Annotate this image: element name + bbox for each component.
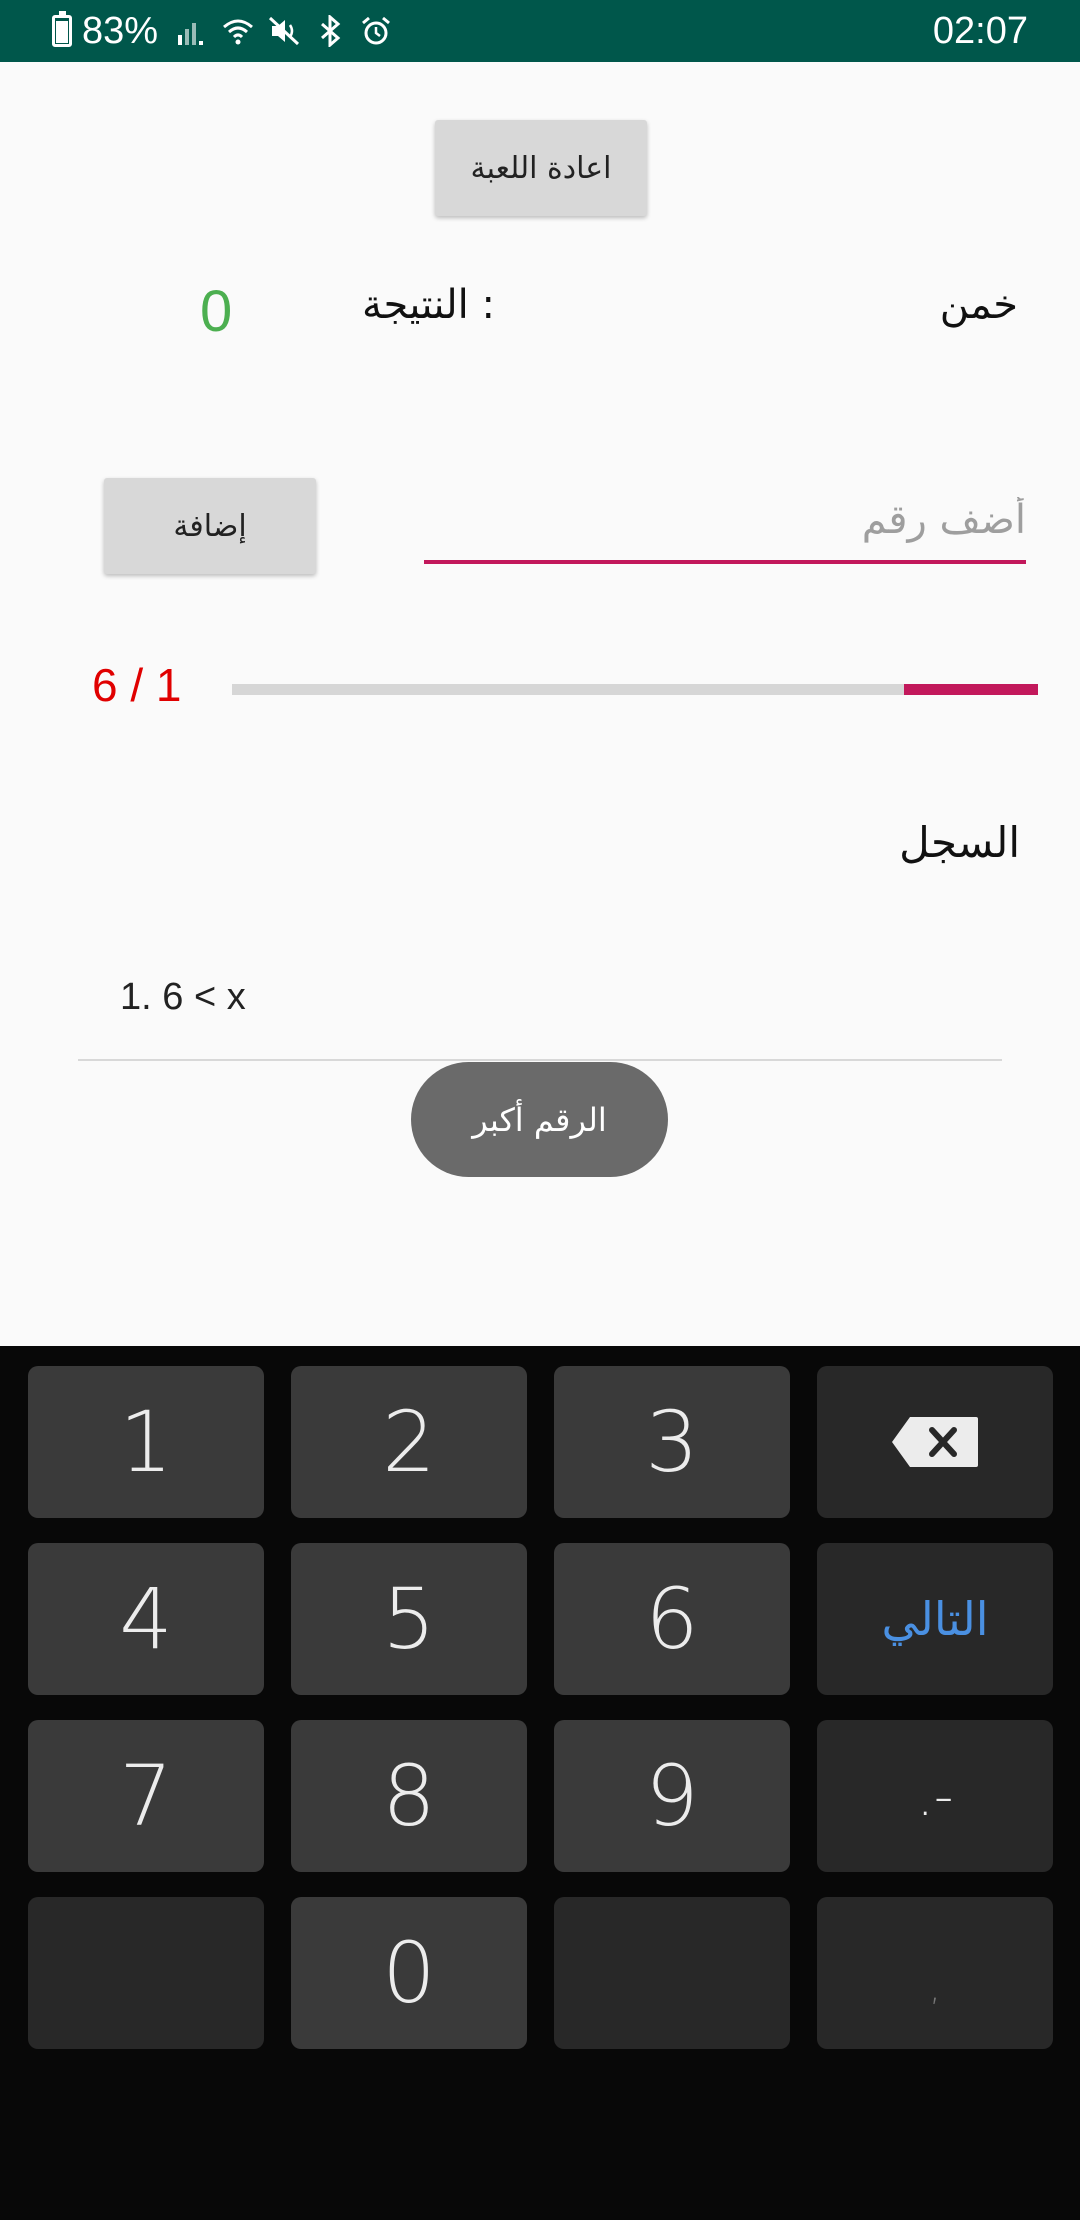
comma-key[interactable]: , [817, 1897, 1053, 2049]
key-1[interactable]: 1 [28, 1366, 264, 1518]
key-5[interactable]: 5 [291, 1543, 527, 1695]
score-value: 0 [200, 279, 233, 344]
add-button[interactable]: إضافة [104, 478, 316, 574]
status-bar: 83% 02:07 [0, 0, 1080, 62]
history-item: 1. 6 < x [120, 976, 246, 1018]
toast-message: الرقم أكبر [411, 1062, 668, 1177]
bluetooth-icon [321, 15, 341, 47]
battery-icon [52, 11, 72, 47]
key-0[interactable]: 0 [291, 1897, 527, 2049]
backspace-key[interactable] [817, 1366, 1053, 1518]
score-label: : النتيجة [362, 282, 495, 328]
key-2[interactable]: 2 [291, 1366, 527, 1518]
mute-icon [269, 16, 300, 46]
blank-key-left[interactable] [28, 1897, 264, 2049]
key-4[interactable]: 4 [28, 1543, 264, 1695]
backspace-icon [892, 1417, 978, 1467]
restart-game-button[interactable]: اعادة اللعبة [435, 120, 647, 216]
history-divider [78, 1059, 1002, 1061]
blank-key-right[interactable] [554, 1897, 790, 2049]
attempts-progress-bar [232, 684, 1038, 695]
key-7[interactable]: 7 [28, 1720, 264, 1872]
guess-label: خمن [939, 282, 1018, 328]
key-3[interactable]: 3 [554, 1366, 790, 1518]
next-key[interactable]: التالي [817, 1543, 1053, 1695]
app-screen: 83% 02:07 اعادة اللعبة خمن: النتيجة 0 إ… [0, 0, 1080, 2220]
alarm-icon [362, 16, 391, 45]
status-left: 83% [52, 0, 392, 62]
status-icons [176, 15, 392, 47]
numeric-keyboard: 1 2 3 4 5 6 التالي 7 8 9 .- 0 , [0, 1346, 1080, 2220]
signal-icon [178, 23, 204, 45]
wifi-icon [223, 19, 254, 45]
attempt-counter: 6 / 1 [92, 659, 182, 711]
history-title: السجل [899, 818, 1020, 867]
progress-fill [903, 684, 1038, 695]
number-input[interactable] [424, 480, 1026, 564]
clock: 02:07 [932, 10, 1028, 52]
minus-dot-key[interactable]: .- [817, 1720, 1053, 1872]
key-9[interactable]: 9 [554, 1720, 790, 1872]
battery-percent: 83% [82, 9, 159, 52]
key-8[interactable]: 8 [291, 1720, 527, 1872]
key-6[interactable]: 6 [554, 1543, 790, 1695]
